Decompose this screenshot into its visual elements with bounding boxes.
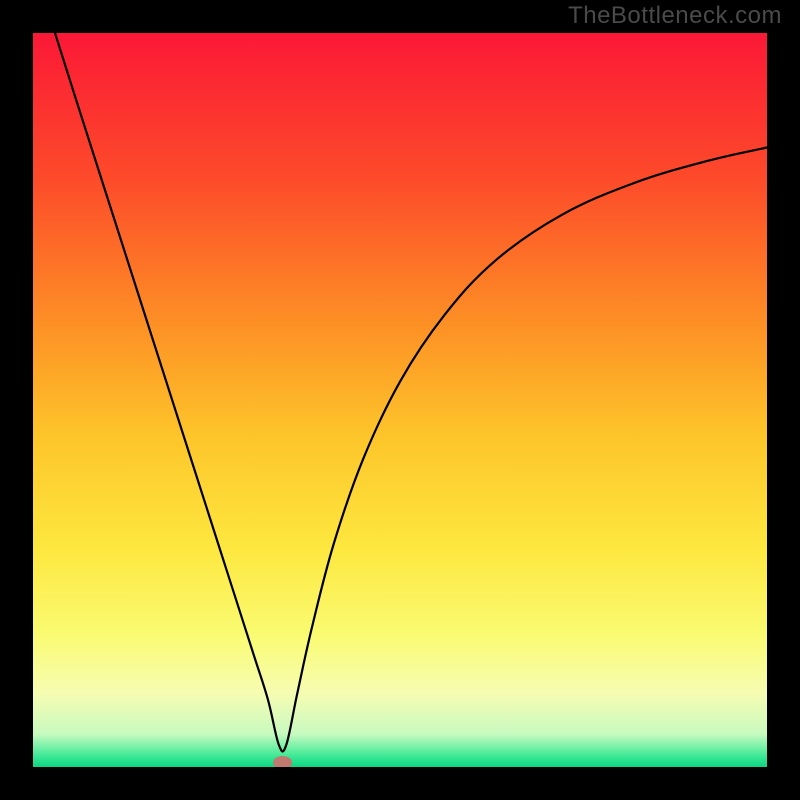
chart-svg xyxy=(33,33,767,767)
chart-frame: TheBottleneck.com xyxy=(0,0,800,800)
plot-area xyxy=(33,33,767,767)
gradient-background xyxy=(33,33,767,767)
watermark-text: TheBottleneck.com xyxy=(568,2,782,30)
